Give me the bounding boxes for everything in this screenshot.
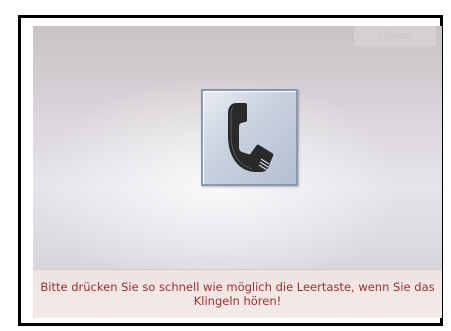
instruction-text: Bitte drücken Sie so schnell wie möglich…	[40, 280, 435, 308]
phone-button[interactable]	[201, 89, 298, 186]
monitor-frame: Übung Bitte drücken Sie so schnell wie m…	[18, 15, 443, 326]
instruction-bar: Bitte drücken Sie so schnell wie möglich…	[33, 269, 442, 318]
phone-handset-icon	[224, 101, 276, 175]
top-tab[interactable]: Übung	[354, 26, 436, 47]
experiment-screen: Übung Bitte drücken Sie so schnell wie m…	[33, 26, 442, 318]
top-tab-label: Übung	[378, 30, 412, 42]
